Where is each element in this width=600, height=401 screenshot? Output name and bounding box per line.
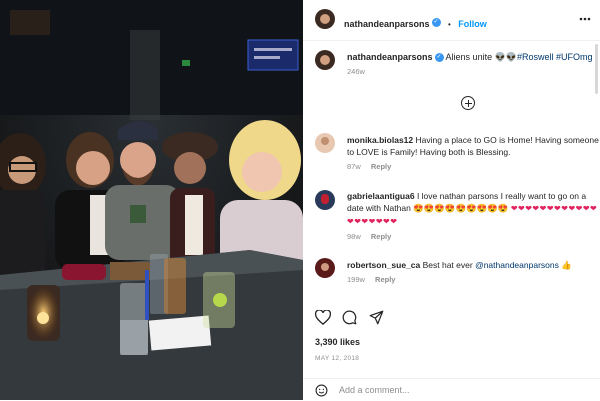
comment-emoji: 😍😍😍😍😍😍😍😍😍 [413,203,509,213]
caption: nathandeanparsons ✓ Aliens unite 👽👽#Roswe… [347,51,597,78]
comment-username[interactable]: monika.biolas12 [347,135,413,145]
caption-text: Aliens unite [445,52,493,62]
post-side-panel: nathandeanparsons ✓ • Follow nathandeanpa… [303,0,600,400]
likes-count[interactable]: 3,390 likes [315,337,360,347]
reply-button[interactable]: Reply [371,162,391,171]
comment-icon[interactable] [342,310,357,325]
comment-username[interactable]: robertson_sue_ca [347,260,420,270]
comment-item: robertson_sue_ca Best hat ever @nathande… [347,259,599,286]
comment-username[interactable]: gabrielaantigua6 [347,191,415,201]
emoji-icon[interactable] [315,384,328,397]
comment-age: 199w [347,275,365,284]
comment-item: gabrielaantigua6 I love nathan parsons I… [347,190,599,243]
verified-badge-icon: ✓ [434,53,444,63]
author-username[interactable]: nathandeanparsons [344,19,430,29]
reply-button[interactable]: Reply [375,275,395,284]
comments-scrollbar[interactable] [595,44,598,94]
caption-avatar[interactable] [315,50,335,70]
more-options-icon[interactable] [579,17,591,21]
load-more-comments-icon[interactable] [461,96,475,110]
commenter-avatar[interactable] [315,258,335,278]
share-icon[interactable] [369,310,384,325]
reply-button[interactable]: Reply [371,232,391,241]
caption-emoji: 👽👽 [494,52,518,62]
follow-button[interactable]: Follow [458,19,487,29]
post-photo[interactable] [0,0,303,400]
add-comment-bar [303,378,600,401]
caption-age: 246w [347,67,365,76]
comment-age: 87w [347,162,361,171]
verified-badge-icon: ✓ [431,18,441,28]
header-meta: nathandeanparsons ✓ • Follow [344,14,487,32]
heart-icon[interactable] [315,310,331,325]
post-header: nathandeanparsons ✓ • Follow [303,0,600,41]
separator-dot: • [447,20,451,29]
comment-item: monika.biolas12 Having a place to GO is … [347,134,599,173]
comment-emoji: 👍 [561,260,572,270]
caption-hashtags[interactable]: #Roswell #UFOmg [517,52,593,62]
caption-username[interactable]: nathandeanparsons [347,52,433,62]
add-comment-input[interactable] [339,383,579,397]
author-avatar[interactable] [315,9,335,29]
comment-mention[interactable]: @nathandeanparsons [475,260,559,270]
commenter-avatar[interactable] [315,133,335,153]
post-actions [315,308,590,328]
post-date: MAY 12, 2018 [315,355,360,362]
comment-age: 98w [347,232,361,241]
comment-text: Best hat ever [422,260,473,270]
photo-scene [0,0,303,400]
commenter-avatar[interactable] [315,190,335,210]
